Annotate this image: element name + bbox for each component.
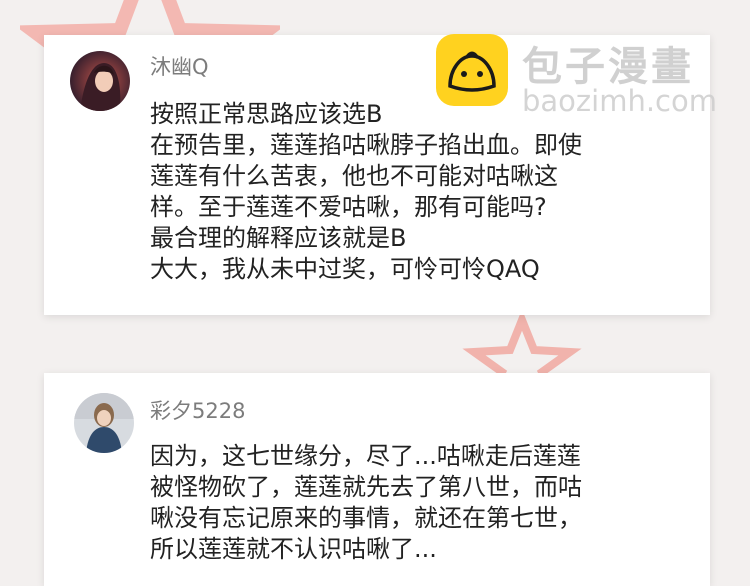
bun-logo-icon <box>436 34 508 106</box>
comment-line: 莲莲有什么苦衷，他也不可能对咕啾这 <box>150 162 558 190</box>
comment-line: 因为，这七世缘分，尽了...咕啾走后莲莲 <box>150 442 581 470</box>
comment-line: 样。至于莲莲不爱咕啾，那有可能吗? <box>150 193 547 221</box>
avatar[interactable] <box>70 51 130 111</box>
site-watermark: 包子漫畫 baozimh.com <box>432 34 732 120</box>
username[interactable]: 沐幽Q <box>150 51 209 81</box>
comment-line: 大大，我从未中过奖，可怜可怜QAQ <box>150 255 540 283</box>
username[interactable]: 彩夕5228 <box>150 395 245 425</box>
comment-text: 因为，这七世缘分，尽了...咕啾走后莲莲 被怪物砍了，莲莲就先去了第八世，而咕 … <box>150 441 582 565</box>
comment-line: 最合理的解释应该就是B <box>150 224 407 252</box>
comment-line: 被怪物砍了，莲莲就先去了第八世，而咕 <box>150 473 582 501</box>
comment-card: 彩夕5228 因为，这七世缘分，尽了...咕啾走后莲莲 被怪物砍了，莲莲就先去了… <box>44 373 710 586</box>
comment-line: 所以莲莲就不认识咕啾了... <box>150 535 437 563</box>
comment-text: 按照正常思路应该选B 在预告里，莲莲掐咕啾脖子掐出血。即使 莲莲有什么苦衷，他也… <box>150 99 582 285</box>
watermark-url: baozimh.com <box>522 84 717 118</box>
avatar[interactable] <box>74 393 134 453</box>
comment-line: 啾没有忘记原来的事情，就还在第七世， <box>150 504 582 532</box>
comment-line: 在预告里，莲莲掐咕啾脖子掐出血。即使 <box>150 131 582 159</box>
